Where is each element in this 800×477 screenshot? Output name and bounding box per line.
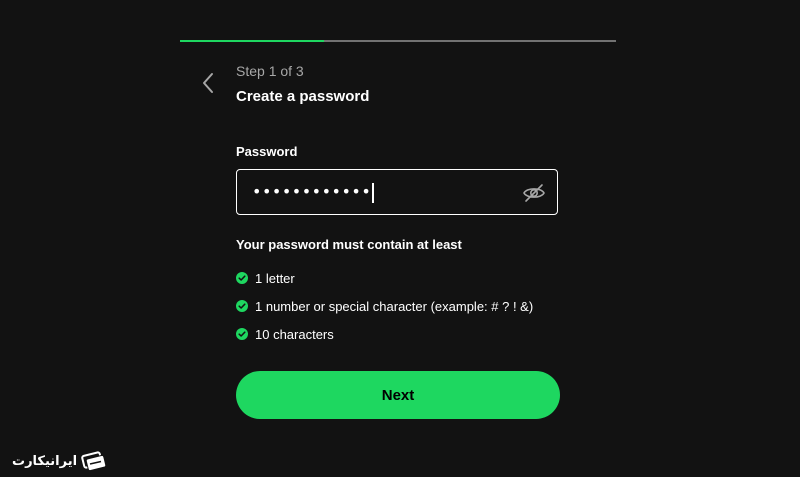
requirement-item: 1 letter	[236, 264, 533, 292]
card-logo-icon	[81, 451, 107, 472]
page-title: Create a password	[236, 88, 370, 105]
chevron-left-icon	[203, 73, 213, 93]
requirement-label: 1 letter	[255, 270, 295, 286]
password-label: Password	[236, 144, 298, 159]
step-indicator: Step 1 of 3	[236, 63, 304, 79]
check-circle-icon	[236, 328, 248, 340]
requirement-item: 10 characters	[236, 320, 533, 348]
signup-page: Step 1 of 3 Create a password Password •…	[0, 0, 800, 477]
requirement-label: 1 number or special character (example: …	[255, 298, 534, 314]
text-caret	[372, 182, 374, 203]
password-field[interactable]: ••••••••••••	[236, 169, 558, 215]
requirements-list: 1 letter 1 number or special character (…	[236, 264, 533, 348]
requirement-label: 10 characters	[255, 326, 334, 342]
watermark-logo: ایرانیکارت	[12, 450, 107, 472]
requirement-item: 1 number or special character (example: …	[236, 292, 533, 320]
step-progress-bar	[180, 40, 616, 42]
password-value-wrap: ••••••••••••	[252, 180, 374, 204]
next-button[interactable]: Next	[236, 371, 560, 419]
check-circle-icon	[236, 300, 248, 312]
eye-off-icon	[523, 184, 545, 202]
watermark-text: ایرانیکارت	[12, 453, 78, 469]
requirements-heading: Your password must contain at least	[236, 237, 462, 252]
back-button[interactable]	[196, 70, 220, 96]
toggle-password-visibility-button[interactable]	[521, 180, 547, 206]
check-circle-icon	[236, 272, 248, 284]
step-progress-fill	[180, 40, 324, 42]
password-value: ••••••••••••	[252, 182, 372, 201]
